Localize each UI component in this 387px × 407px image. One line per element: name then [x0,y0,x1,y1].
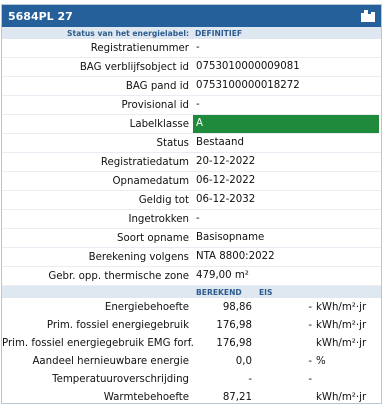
energy-eis: - [308,373,312,385]
status-header: Status van het energielabel: DEFINITIEF [2,27,381,39]
field-value: Basisopname [196,232,265,243]
eis-header: EIS [259,287,273,297]
field-label: Soort opname [117,232,189,244]
energy-row: Energiebehoefte 98,86 - kWh/m²·jr [2,298,381,316]
energy-list: Energiebehoefte 98,86- kWh/m²·jr Prim. foss… [2,298,381,406]
energy-berekend: 98,86 [222,301,252,313]
field-row: Opnamedatum 06-12-2022 [2,172,381,191]
field-row: Berekening volgens NTA 8800:2022 [2,248,381,267]
energy-unit: % [316,355,326,367]
energy-label: Energiebehoefte [104,301,189,313]
field-row: BAG pand id 0753100000018272 [2,77,381,96]
status-label: Status van het energielabel: [67,28,189,38]
field-row: Registratienummer - [2,39,381,58]
field-row: Registratiedatum 20-12-2022 [2,153,381,172]
energy-header: BEREKEND EIS [2,286,381,298]
energy-row: Temperatuuroverschrijding - - [2,370,381,388]
energy-eis: - [308,301,312,313]
energy-berekend: 176,98 [216,319,252,331]
field-label: Provisional id [121,99,189,111]
field-value: 20-12-2022 [196,156,256,167]
energy-label: Prim. fossiel energiegebruik EMG forf. [2,337,194,349]
energy-unit: kWh/m²·jr [316,301,367,313]
energy-row: Prim. fossiel energiegebruik EMG forf. 17… [2,334,381,352]
energy-berekend: - [248,373,252,385]
field-label: Registratienummer [90,42,189,54]
berekend-header: BEREKEND [196,287,242,297]
field-value: 0753100000018272 [196,80,300,91]
field-value: - [196,99,200,110]
field-value: - [196,213,200,224]
field-label: Geldig tot [138,194,189,206]
energy-eis: - [308,355,312,367]
energy-unit: kWh/m²·jr [316,319,367,331]
field-row: Labelklasse A [2,115,381,134]
field-value: 0753010000009081 [196,61,300,72]
field-row: Geldig tot 06-12-2032 [2,191,381,210]
energy-row: Prim. fossiel energiegebruik 176,98 - kWh/m… [2,316,381,334]
field-row: Provisional id - [2,96,381,115]
field-label: Labelklasse [129,118,189,130]
energy-row: Warmtebehoefte 87,21 kWh/m²·jr [2,388,381,406]
energy-eis: - [308,319,312,331]
field-value: 479,00 m² [196,270,249,281]
energy-label: Temperatuuroverschrijding [52,373,189,385]
field-value: NTA 8800:2022 [196,251,275,262]
field-row: Gebr. opp. thermische zone 479,00 m² [2,267,381,286]
field-value: A [193,115,379,133]
energy-berekend: 0,0 [235,355,252,367]
field-label: BAG verblijfsobject id [79,61,189,73]
energy-unit: kWh/m²·jr [316,391,367,403]
energy-row: Aandeel hernieuwbare energie 0,0 -% [2,352,381,370]
field-value: 06-12-2022 [196,175,256,186]
energielabel-panel: 5684PL 27 Status van het energielabel: D… [1,4,382,404]
building-icon[interactable] [361,10,375,22]
energy-berekend: 87,21 [222,391,252,403]
field-label: Opnamedatum [112,175,189,187]
field-label: Status [156,137,189,149]
energy-label: Warmtebehoefte [103,391,189,403]
field-row: Ingetrokken - [2,210,381,229]
field-value: - [196,42,200,53]
energy-label: Prim. fossiel energiegebruik [46,319,189,331]
field-label: Registratiedatum [100,156,189,168]
status-value: DEFINITIEF [195,28,243,38]
field-label: BAG pand id [125,80,189,92]
field-row: Soort opname Basisopname [2,229,381,248]
field-value: Bestaand [196,137,244,148]
panel-title: 5684PL 27 [8,9,73,23]
energy-label: Aandeel hernieuwbare energie [32,355,189,367]
field-label: Ingetrokken [128,213,189,225]
title-bar: 5684PL 27 [2,5,381,27]
field-row: BAG verblijfsobject id 0753010000009081 [2,58,381,77]
field-label: Berekening volgens [88,251,189,263]
energy-berekend: 176,98 [216,337,252,349]
field-list: Registratienummer - BAG verblijfsobject id… [2,39,381,286]
energy-unit: kWh/m²·jr [316,337,367,349]
field-value: 06-12-2032 [196,194,256,205]
field-label: Gebr. opp. thermische zone [48,270,189,282]
field-row: Status Bestaand [2,134,381,153]
